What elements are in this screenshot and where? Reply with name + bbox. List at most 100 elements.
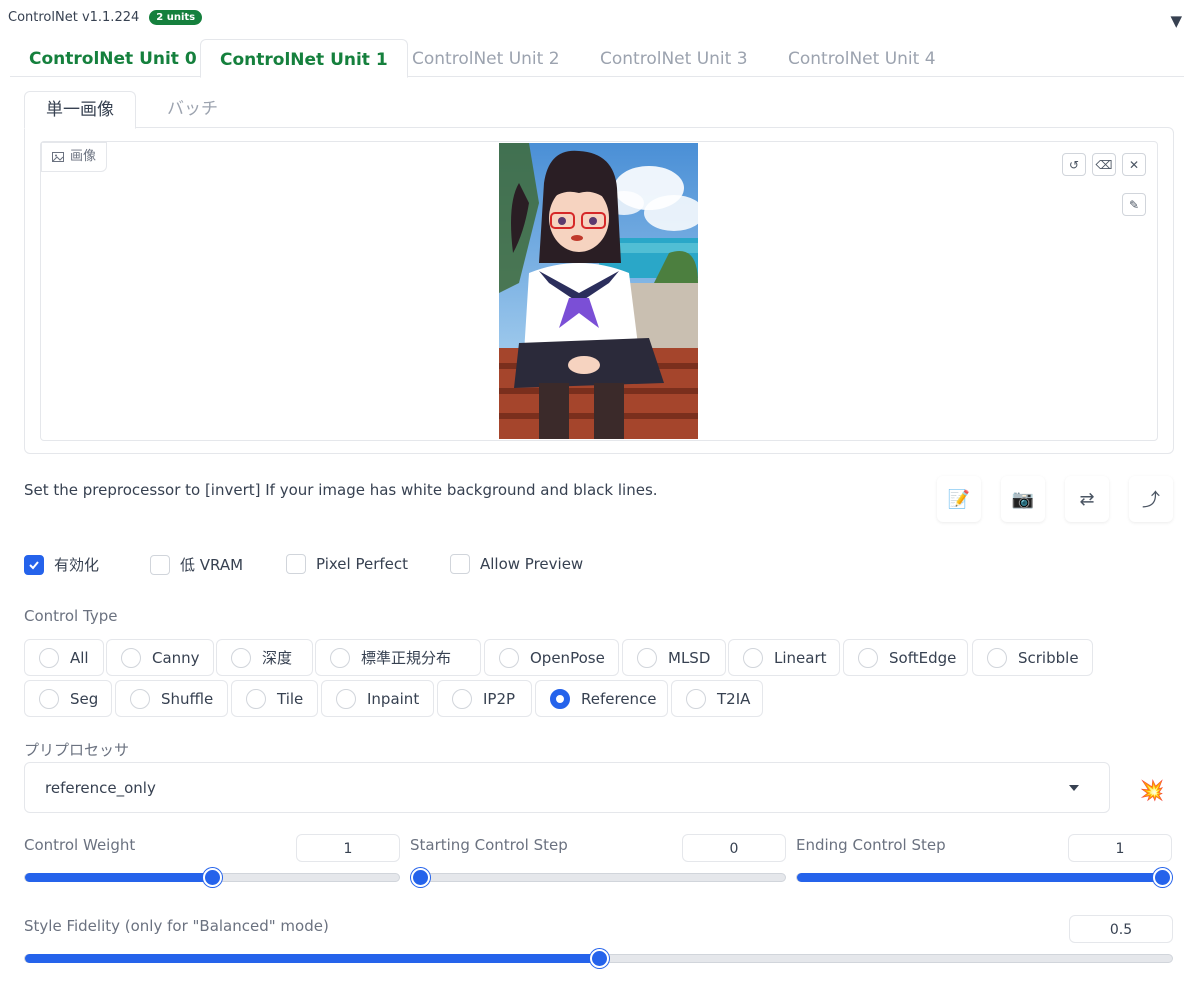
checkbox-label: Pixel Perfect: [316, 555, 409, 573]
radio-tile[interactable]: Tile: [231, 680, 318, 717]
controlnet-header[interactable]: ControlNet v1.1.224 2 units: [8, 10, 203, 25]
check-icon: [29, 560, 39, 569]
radio-depth[interactable]: 深度: [216, 639, 313, 676]
preprocessor-label: プリプロセッサ: [24, 741, 130, 759]
swap-icon: ⇄: [1079, 488, 1095, 510]
radio-label: All: [70, 648, 89, 667]
slider-thumb[interactable]: [1153, 868, 1172, 887]
units-badge: 2 units: [149, 10, 203, 25]
tab-unit-3[interactable]: ControlNet Unit 3: [581, 39, 767, 77]
radio-mlsd[interactable]: MLSD: [622, 639, 726, 676]
radio-label: 深度: [262, 649, 293, 667]
radio-label: Tile: [277, 689, 304, 708]
style-fidelity-slider[interactable]: [24, 949, 1173, 968]
radio-circle: [858, 647, 878, 668]
close-icon[interactable]: ✕: [1122, 153, 1146, 176]
radio-circle: [637, 647, 657, 668]
radio-label: MLSD: [668, 648, 711, 667]
radio-shuffle[interactable]: Shuffle: [115, 680, 228, 717]
radio-label: T2IA: [717, 689, 751, 708]
tab-unit-1[interactable]: ControlNet Unit 1: [200, 39, 408, 78]
enable-checkbox[interactable]: 有効化: [24, 554, 99, 575]
camera-icon: 📷: [1011, 488, 1035, 510]
radio-seg[interactable]: Seg: [24, 680, 112, 717]
tab-batch[interactable]: バッチ: [146, 91, 239, 128]
radio-label: Reference: [581, 689, 657, 708]
camera-button[interactable]: 📷: [1001, 476, 1045, 522]
radio-canny[interactable]: Canny: [106, 639, 214, 676]
radio-lineart[interactable]: Lineart: [728, 639, 840, 676]
ending-step-input[interactable]: 1: [1068, 834, 1172, 862]
slider-thumb[interactable]: [590, 949, 609, 968]
radio-circle: [121, 647, 141, 668]
radio-all[interactable]: All: [24, 639, 104, 676]
checkbox-label: 有効化: [54, 556, 100, 574]
radio-inpaint[interactable]: Inpaint: [321, 680, 434, 717]
style-fidelity-input[interactable]: 0.5: [1069, 915, 1173, 943]
notepad-icon: 📝: [947, 488, 971, 510]
radio-t2ia[interactable]: T2IA: [671, 680, 763, 717]
radio-circle: [452, 688, 472, 709]
uploaded-image: [499, 143, 698, 439]
unit-tab-bar: ControlNet Unit 0 ControlNet Unit 1 Cont…: [10, 39, 1184, 78]
radio-circle: [246, 688, 266, 709]
tab-unit-4[interactable]: ControlNet Unit 4: [769, 39, 955, 77]
controlnet-title: ControlNet v1.1.224: [8, 10, 140, 25]
radio-reference[interactable]: Reference: [535, 680, 668, 717]
collapse-triangle-icon[interactable]: ▼: [1170, 12, 1182, 30]
control-weight-input[interactable]: 1: [296, 834, 400, 862]
radio-label: Seg: [70, 689, 99, 708]
run-preprocessor-button[interactable]: 💥: [1130, 768, 1174, 812]
checkbox-box[interactable]: [450, 554, 470, 574]
radio-label: SoftEdge: [889, 648, 957, 667]
radio-label: IP2P: [483, 689, 516, 708]
checkbox-box[interactable]: [150, 554, 170, 575]
brush-icon[interactable]: ✎: [1122, 193, 1146, 216]
checkbox-box[interactable]: [286, 554, 306, 574]
send-dimensions-button[interactable]: ⤴: [1129, 476, 1173, 522]
slider-fill: [25, 873, 212, 882]
radio-openpose[interactable]: OpenPose: [484, 639, 619, 676]
starting-step-input[interactable]: 0: [682, 834, 786, 862]
radio-softedge[interactable]: SoftEdge: [843, 639, 968, 676]
swap-dimensions-button[interactable]: ⇄: [1065, 476, 1109, 522]
checkbox-label: Allow Preview: [480, 555, 584, 573]
radio-scribble[interactable]: Scribble: [972, 639, 1093, 676]
preprocessor-hint: Set the preprocessor to [invert] If your…: [24, 481, 658, 499]
radio-circle: [231, 647, 251, 668]
low-vram-checkbox[interactable]: 低 VRAM: [150, 554, 243, 575]
radio-ip2p[interactable]: IP2P: [437, 680, 532, 717]
tab-single-image[interactable]: 単一画像: [24, 91, 136, 129]
image-label: 画像: [41, 142, 108, 172]
eraser-icon[interactable]: ⌫: [1092, 153, 1116, 176]
ending-step-label: Ending Control Step: [796, 836, 946, 854]
checkbox-box[interactable]: [24, 554, 44, 575]
starting-step-slider[interactable]: [410, 868, 786, 887]
tab-unit-0[interactable]: ControlNet Unit 0: [10, 39, 216, 77]
checkbox-label: 低 VRAM: [180, 556, 244, 574]
explosion-icon: 💥: [1139, 778, 1165, 802]
radio-label: Shuffle: [161, 689, 214, 708]
ending-step-slider[interactable]: [796, 868, 1172, 887]
radio-label: 標準正規分布: [361, 649, 452, 667]
radio-label: Lineart: [774, 648, 827, 667]
radio-label: Inpaint: [367, 689, 420, 708]
slider-thumb[interactable]: [411, 868, 430, 887]
radio-circle: [130, 688, 150, 709]
undo-icon[interactable]: ↺: [1062, 153, 1086, 176]
radio-circle: [39, 688, 59, 709]
notepad-button[interactable]: 📝: [937, 476, 981, 522]
preprocessor-value: reference_only: [45, 779, 156, 797]
tab-unit-2[interactable]: ControlNet Unit 2: [393, 39, 579, 77]
radio-label: OpenPose: [530, 648, 605, 667]
slider-thumb[interactable]: [203, 868, 222, 887]
image-icon: [52, 152, 64, 162]
radio-label: Scribble: [1018, 648, 1079, 667]
send-arrow-icon: ⤴: [1142, 490, 1160, 511]
allow-preview-checkbox[interactable]: Allow Preview: [450, 554, 583, 574]
pixel-perfect-checkbox[interactable]: Pixel Perfect: [286, 554, 408, 574]
radio-normal-map[interactable]: 標準正規分布: [315, 639, 481, 676]
slider-fill: [25, 954, 599, 963]
control-weight-slider[interactable]: [24, 868, 400, 887]
preprocessor-select[interactable]: reference_only: [24, 762, 1110, 813]
